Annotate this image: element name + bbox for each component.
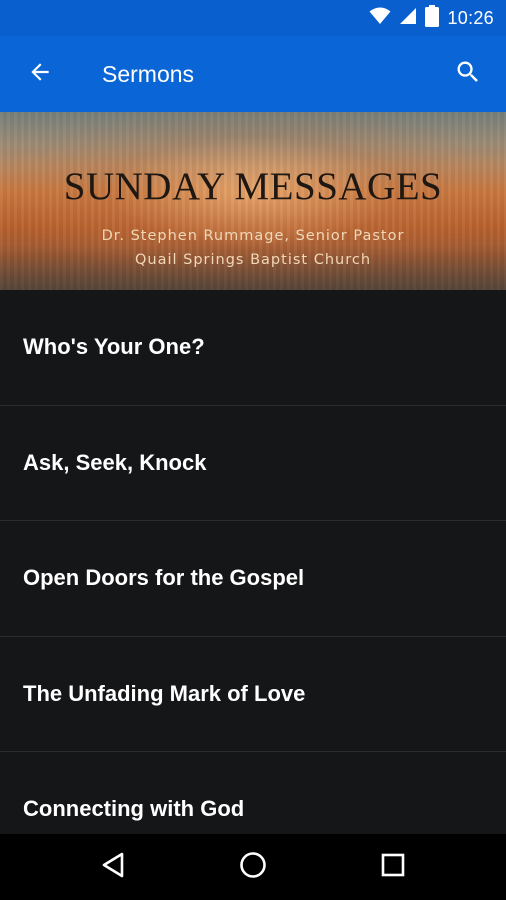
- nav-back-button[interactable]: [89, 843, 137, 891]
- nav-home-button[interactable]: [229, 843, 277, 891]
- nav-recents-button[interactable]: [369, 843, 417, 891]
- search-button[interactable]: [444, 50, 492, 98]
- nav-back-icon: [100, 851, 126, 884]
- banner-pastor-line: Dr. Stephen Rummage, Senior Pastor: [101, 228, 405, 244]
- sermon-list-item[interactable]: Who's Your One?: [0, 290, 506, 406]
- sermon-title: Ask, Seek, Knock: [23, 449, 207, 475]
- sermon-list-item[interactable]: The Unfading Mark of Love: [0, 637, 506, 752]
- sermon-list-item[interactable]: Ask, Seek, Knock: [0, 406, 506, 521]
- cell-signal-icon: [399, 7, 417, 30]
- sermon-list-item[interactable]: Open Doors for the Gospel: [0, 521, 506, 637]
- sermon-title: The Unfading Mark of Love: [23, 680, 306, 706]
- app-bar: Sermons: [0, 36, 506, 112]
- banner-church-line: Quail Springs Baptist Church: [134, 252, 372, 268]
- wifi-icon: [369, 7, 391, 30]
- search-icon: [454, 58, 482, 91]
- arrow-back-icon: [27, 59, 53, 90]
- banner-title: SUNDAY MESSAGES: [63, 165, 443, 208]
- sermon-list-item[interactable]: Connecting with God: [0, 752, 506, 834]
- sermon-title: Open Doors for the Gospel: [23, 565, 305, 591]
- battery-icon: [425, 4, 440, 32]
- nav-home-icon: [239, 851, 267, 884]
- page-title: Sermons: [102, 61, 195, 87]
- system-nav-bar: [0, 834, 506, 900]
- back-button[interactable]: [16, 50, 64, 98]
- sermon-list: Who's Your One? Ask, Seek, Knock Open Do…: [0, 290, 506, 834]
- sermon-series-banner: SUNDAY MESSAGES Dr. Stephen Rummage, Sen…: [0, 112, 506, 290]
- status-bar: 10:26: [0, 0, 506, 36]
- status-icons: 10:26: [369, 0, 494, 36]
- sermon-title: Who's Your One?: [23, 334, 205, 360]
- sermon-title: Connecting with God: [23, 796, 245, 822]
- nav-recents-icon: [381, 853, 405, 882]
- status-time: 10:26: [447, 7, 494, 28]
